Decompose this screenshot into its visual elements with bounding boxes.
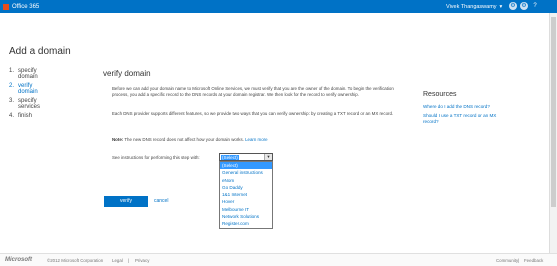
dropdown-option[interactable]: Melbourne IT	[220, 206, 272, 213]
select-value: (Select)	[221, 155, 239, 160]
resource-link-txt-mx[interactable]: Should I use a TXT record or an MX recor…	[423, 113, 501, 125]
step-label: specify services	[18, 98, 41, 110]
footer: Microsoft ©2012 Microsoft Corporation Le…	[0, 253, 557, 266]
resource-link-dns-record[interactable]: Where do I add the DNS record?	[423, 104, 501, 110]
top-bar: Office 365 Vivek Thangaswamy ▾ ⚙ ⚙ ?	[0, 0, 557, 13]
step-number: 3.	[9, 98, 15, 104]
dns-paragraph: Each DNS provider supports different fea…	[112, 111, 394, 116]
office-logo-icon	[3, 3, 9, 10]
cancel-link[interactable]: cancel	[154, 198, 168, 204]
chevron-down-icon[interactable]: ▼	[264, 154, 272, 160]
resources-title: Resources	[423, 91, 457, 98]
note-text: The new DNS record does not affect how y…	[124, 137, 244, 142]
dropdown-option[interactable]: Network Solutions	[220, 213, 272, 220]
legal-link[interactable]: Legal	[112, 258, 123, 263]
settings-icon[interactable]: ⚙	[509, 2, 517, 10]
intro-paragraph: Before we can add your domain name to Mi…	[112, 86, 394, 97]
office-logo[interactable]: Office 365	[3, 3, 40, 10]
step-number: 1.	[9, 68, 15, 74]
community-link[interactable]: Community	[496, 258, 518, 263]
dropdown-option[interactable]: Go Daddy	[220, 184, 272, 191]
microsoft-logo: Microsoft	[5, 257, 32, 263]
dns-provider-select[interactable]: (Select) ▼	[219, 153, 273, 161]
copyright: ©2012 Microsoft Corporation	[47, 258, 104, 263]
dropdown-option[interactable]: Hover	[220, 198, 272, 205]
learn-more-link[interactable]: Learn more	[245, 137, 267, 142]
step-label: specify domain	[18, 68, 38, 80]
step-label: verify domain	[18, 83, 38, 95]
help-icon[interactable]: ?	[531, 2, 539, 10]
dropdown-option[interactable]: Register.com	[220, 220, 272, 227]
app-name: Office 365	[12, 3, 40, 10]
section-title: verify domain	[103, 69, 151, 78]
header-icons: ⚙ ⚙ ?	[509, 2, 539, 10]
privacy-link[interactable]: Privacy	[135, 258, 149, 263]
feedback-link[interactable]: Feedback	[524, 258, 543, 263]
vertical-scrollbar[interactable]	[549, 13, 557, 253]
step-label: finish	[18, 113, 33, 119]
step-number: 2.	[9, 83, 15, 89]
instructions-label: See instructions for performing this ste…	[112, 155, 200, 160]
note: Note: The new DNS record does not affect…	[112, 137, 268, 142]
dns-provider-dropdown: (Select) General instructions eNom Go Da…	[219, 161, 273, 229]
note-label: Note:	[112, 137, 124, 142]
user-menu[interactable]: Vivek Thangaswamy ▾	[446, 0, 502, 13]
chevron-down-icon: ▾	[499, 3, 503, 10]
footer-separator: |	[518, 258, 520, 263]
page-title: Add a domain	[9, 46, 71, 57]
dropdown-option[interactable]: (Select)	[220, 162, 272, 170]
gear-icon[interactable]: ⚙	[520, 2, 528, 10]
dropdown-option[interactable]: eNom	[220, 177, 272, 184]
dropdown-option[interactable]: General instructions	[220, 169, 272, 176]
scrollbar-thumb[interactable]	[551, 17, 556, 207]
user-name: Vivek Thangaswamy	[446, 3, 497, 10]
step-number: 4.	[9, 113, 15, 119]
verify-button[interactable]: verify	[104, 196, 148, 207]
dropdown-option[interactable]: 1&1 Internet	[220, 191, 272, 198]
footer-separator: |	[128, 258, 130, 263]
